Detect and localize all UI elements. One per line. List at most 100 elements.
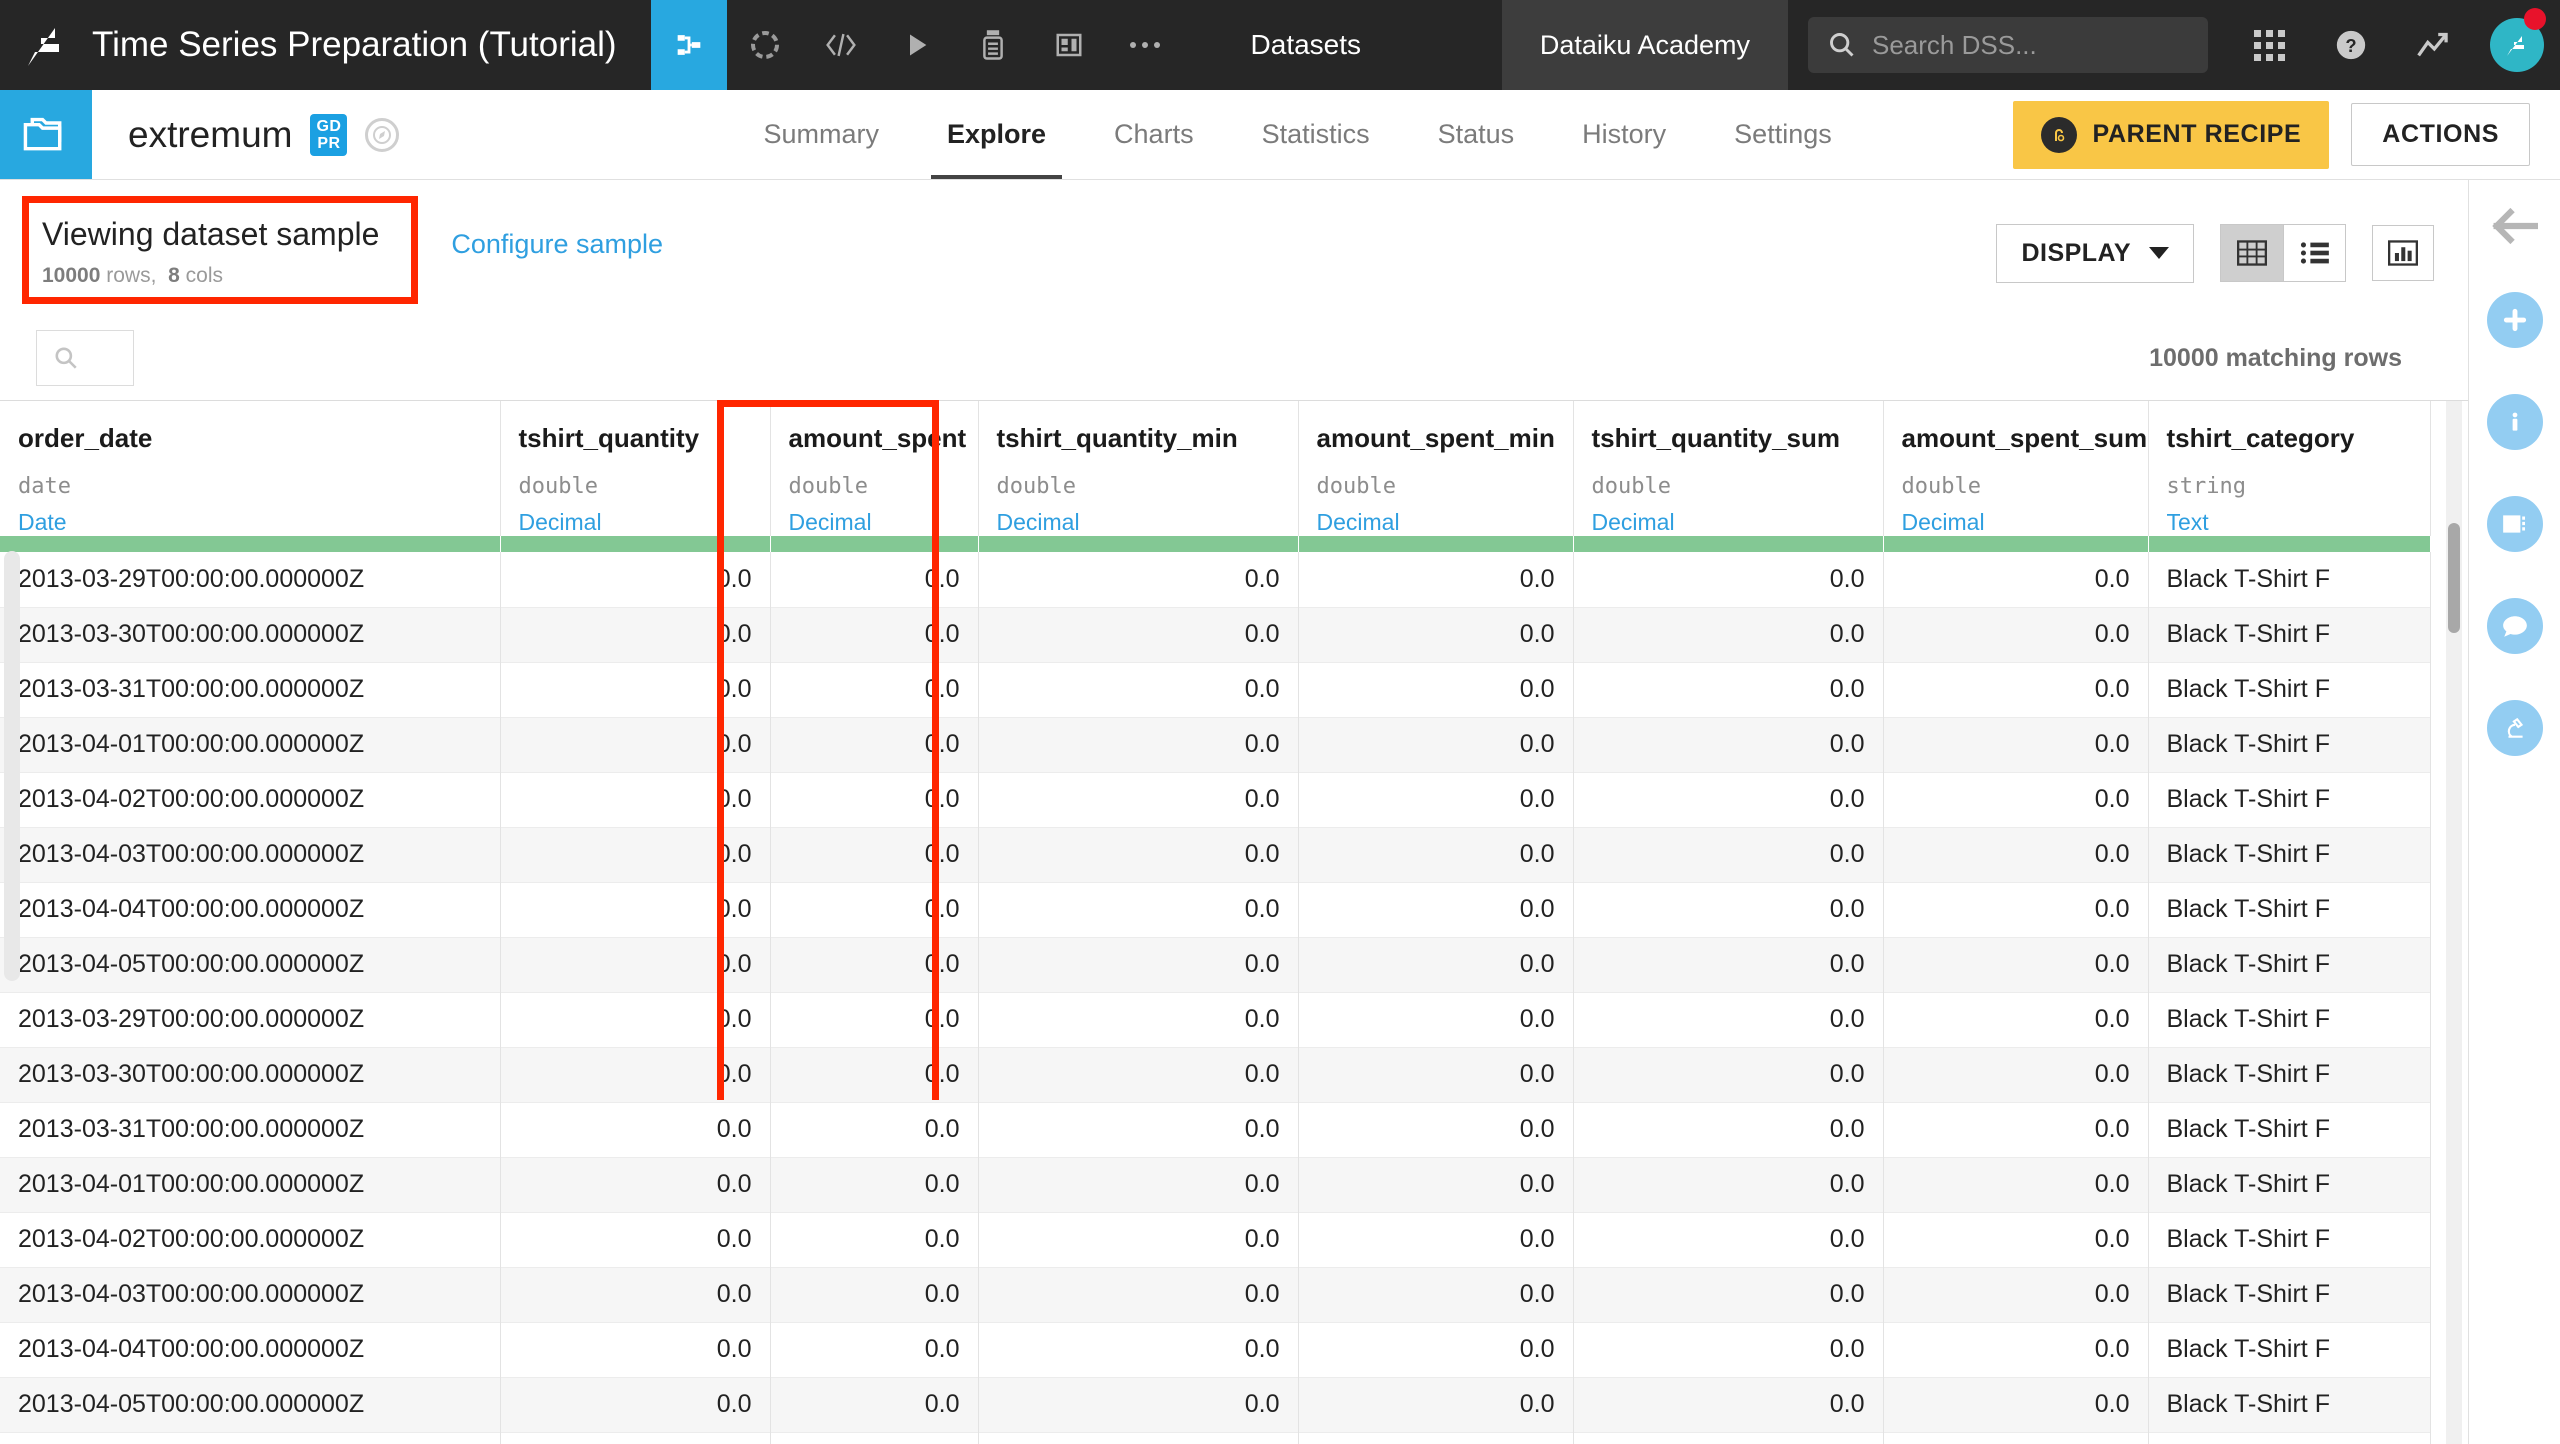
cell-amount_spent[interactable]: 0.0 (770, 1212, 979, 1267)
cell-amount_spent_sum[interactable]: 0.0 (1883, 1322, 2149, 1377)
cell-tshirt_category[interactable]: Black T-Shirt F (2148, 1322, 2431, 1377)
cell-tshirt_quantity[interactable]: 0.0 (500, 827, 771, 882)
cell-tshirt_category[interactable]: Black T-Shirt F (2148, 1157, 2431, 1212)
cell-tshirt_quantity_min[interactable]: 0.0 (978, 772, 1299, 827)
cell-order_date[interactable]: 2013-04-02T00:00:00.000000Z (0, 1212, 501, 1267)
table-row[interactable]: 2013-03-30T00:00:00.000000Z 0.0 0.0 0.0 0.0 0… (0, 1047, 2431, 1102)
display-button[interactable]: DISPLAY (1996, 223, 2194, 283)
cell-tshirt_quantity_sum[interactable]: 0.0 (1573, 1047, 1884, 1102)
column-meaning[interactable]: Decimal (997, 509, 1280, 536)
cell-amount_spent_sum[interactable]: 0.0 (1883, 992, 2149, 1047)
cell-amount_spent_sum[interactable]: 0.0 (1883, 1047, 2149, 1102)
cell-amount_spent[interactable]: 0.0 (770, 937, 979, 992)
chart-view-icon[interactable] (2372, 225, 2434, 281)
left-scroll-handle[interactable] (4, 551, 20, 981)
cell-tshirt_category[interactable]: Black T-Shirt F (2148, 552, 2431, 607)
search-input[interactable] (1872, 29, 2188, 61)
table-row[interactable]: 2013-04-06T00:00:00.000000Z0.00.00.00.00… (0, 1432, 2431, 1444)
cell-order_date[interactable]: 2013-04-03T00:00:00.000000Z (0, 827, 501, 882)
cell-tshirt_quantity_min[interactable]: 0.0 (978, 992, 1299, 1047)
cell-amount_spent[interactable]: 0.0 (770, 1322, 979, 1377)
cell-tshirt_category[interactable]: Black T-Shirt F (2148, 1047, 2431, 1102)
cell-tshirt_category[interactable]: Black T-Shirt F (2148, 607, 2431, 662)
cell-amount_spent_sum[interactable]: 0.0 (1883, 717, 2149, 772)
cell-order_date[interactable]: 2013-03-29T00:00:00.000000Z (0, 552, 501, 607)
cell-tshirt_quantity_min[interactable]: 0.0 (978, 1157, 1299, 1212)
cell-tshirt_quantity[interactable]: 0.0 (500, 1377, 771, 1432)
cell-amount_spent_min[interactable]: 0.0 (1298, 1267, 1574, 1322)
gdpr-badge[interactable]: GD PR (310, 113, 348, 156)
cell-amount_spent[interactable]: 0.0 (770, 552, 979, 607)
cell-tshirt_category[interactable]: Black T-Shirt F (2148, 717, 2431, 772)
apps-grid-icon[interactable] (2228, 0, 2310, 90)
cell-tshirt_quantity[interactable]: 0.0 (500, 1047, 771, 1102)
cell-order_date[interactable]: 2013-03-29T00:00:00.000000Z (0, 992, 501, 1047)
datasets-nav-item[interactable]: Datasets (1213, 0, 1400, 90)
cell-tshirt_quantity_sum[interactable]: 0.0 (1573, 772, 1884, 827)
column-header-tshirt_category[interactable]: tshirt_category string Text (2148, 401, 2431, 536)
cell-amount_spent[interactable]: 0.0 (770, 827, 979, 882)
cell-tshirt_quantity_sum[interactable]: 0.0 (1573, 1322, 1884, 1377)
table-search-input[interactable] (36, 330, 134, 386)
cell-tshirt_quantity[interactable]: 0.0 (500, 607, 771, 662)
cell-tshirt_quantity[interactable]: 0.0 (500, 1432, 771, 1444)
table-row[interactable]: 2013-04-03T00:00:00.000000Z 0.0 0.0 0.0 0.0 0… (0, 827, 2431, 882)
table-row[interactable]: 2013-04-05T00:00:00.000000Z 0.0 0.0 0.0 0.0 0… (0, 1377, 2431, 1432)
column-header-amount_spent[interactable]: amount_spent double Decimal (770, 401, 979, 536)
cell-amount_spent_sum[interactable]: 0.0 (1883, 1102, 2149, 1157)
cell-order_date[interactable]: 2013-03-30T00:00:00.000000Z (0, 1047, 501, 1102)
cell-tshirt_quantity_sum[interactable]: 0.0 (1573, 607, 1884, 662)
column-header-tshirt_quantity[interactable]: tshirt_quantity double Decimal (500, 401, 771, 536)
code-icon[interactable] (803, 0, 879, 90)
column-meaning[interactable]: Decimal (1317, 509, 1555, 536)
dataiku-academy-link[interactable]: Dataiku Academy (1501, 0, 1788, 90)
cell-tshirt_quantity[interactable]: 0.0 (500, 1267, 771, 1322)
cell-tshirt_quantity[interactable]: 0.0 (500, 1102, 771, 1157)
column-meaning[interactable]: Date (18, 509, 482, 536)
cell-tshirt_quantity_sum[interactable]: 0.0 (1573, 717, 1884, 772)
tab-history[interactable]: History (1548, 90, 1700, 179)
cell-tshirt_category[interactable]: Black T-Shirt F (2148, 662, 2431, 717)
tab-charts[interactable]: Charts (1080, 90, 1228, 179)
cell-amount_spent[interactable]: 0.0 (770, 607, 979, 662)
cell-amount_spent_min[interactable]: 0.0 (1298, 772, 1574, 827)
table-row[interactable]: 2013-04-02T00:00:00.000000Z 0.0 0.0 0.0 0.0 0… (0, 1212, 2431, 1267)
cell-tshirt_quantity_sum[interactable]: 0.0 (1573, 882, 1884, 937)
project-title[interactable]: Time Series Preparation (Tutorial) (92, 0, 651, 90)
folder-icon[interactable] (0, 90, 92, 179)
table-row[interactable]: 2013-03-31T00:00:00.000000Z 0.0 0.0 0.0 0.0 0… (0, 1102, 2431, 1157)
cell-amount_spent_min[interactable]: 0.0 (1298, 882, 1574, 937)
column-meaning[interactable]: Decimal (1902, 509, 2130, 536)
cell-order_date[interactable]: 2013-04-05T00:00:00.000000Z (0, 1377, 501, 1432)
cell-tshirt_category[interactable]: Black T-Shirt F (2148, 992, 2431, 1047)
column-meaning[interactable]: Decimal (789, 509, 960, 536)
cell-tshirt_quantity[interactable]: 0.0 (500, 1212, 771, 1267)
cell-amount_spent_sum[interactable]: 0.0 (1883, 882, 2149, 937)
cell-order_date[interactable]: 2013-04-01T00:00:00.000000Z (0, 717, 501, 772)
cell-tshirt_quantity[interactable]: 0.0 (500, 882, 771, 937)
column-header-order_date[interactable]: order_date date Date (0, 401, 501, 536)
cell-order_date[interactable]: 2013-04-04T00:00:00.000000Z (0, 1322, 501, 1377)
cell-tshirt_quantity[interactable]: 0.0 (500, 1157, 771, 1212)
cell-tshirt_category[interactable]: Black T-Shirt F (2148, 1102, 2431, 1157)
cell-order_date[interactable]: 2013-04-03T00:00:00.000000Z (0, 1267, 501, 1322)
cell-order_date[interactable]: 2013-04-05T00:00:00.000000Z (0, 937, 501, 992)
cell-amount_spent[interactable]: 0.0 (770, 882, 979, 937)
cell-order_date[interactable]: 2013-03-31T00:00:00.000000Z (0, 1102, 501, 1157)
global-search[interactable] (1808, 17, 2208, 73)
column-header-amount_spent_sum[interactable]: amount_spent_sum double Decimal (1883, 401, 2149, 536)
cell-order_date[interactable]: 2013-04-01T00:00:00.000000Z (0, 1157, 501, 1212)
table-row[interactable]: 2013-04-04T00:00:00.000000Z 0.0 0.0 0.0 0.0 0… (0, 882, 2431, 937)
cell-tshirt_quantity_sum[interactable]: 0.0 (1573, 552, 1884, 607)
more-ellipsis-icon[interactable] (1107, 0, 1183, 90)
cell-amount_spent_min[interactable]: 0.0 (1298, 1157, 1574, 1212)
discover-icon[interactable] (365, 117, 400, 152)
flow-icon[interactable] (650, 0, 727, 90)
cell-tshirt_quantity_min[interactable]: 0.0 (978, 1377, 1299, 1432)
cell-amount_spent[interactable]: 0.0 (770, 1157, 979, 1212)
cell-tshirt_quantity_min[interactable]: 0.0 (978, 1212, 1299, 1267)
cell-tshirt_quantity_min[interactable]: 0.0 (978, 607, 1299, 662)
table-row[interactable]: 2013-04-01T00:00:00.000000Z 0.0 0.0 0.0 0.0 0… (0, 1157, 2431, 1212)
cell-amount_spent_min[interactable]: 0.0 (1298, 937, 1574, 992)
cell-amount_spent_sum[interactable]: 0.0 (1883, 552, 2149, 607)
